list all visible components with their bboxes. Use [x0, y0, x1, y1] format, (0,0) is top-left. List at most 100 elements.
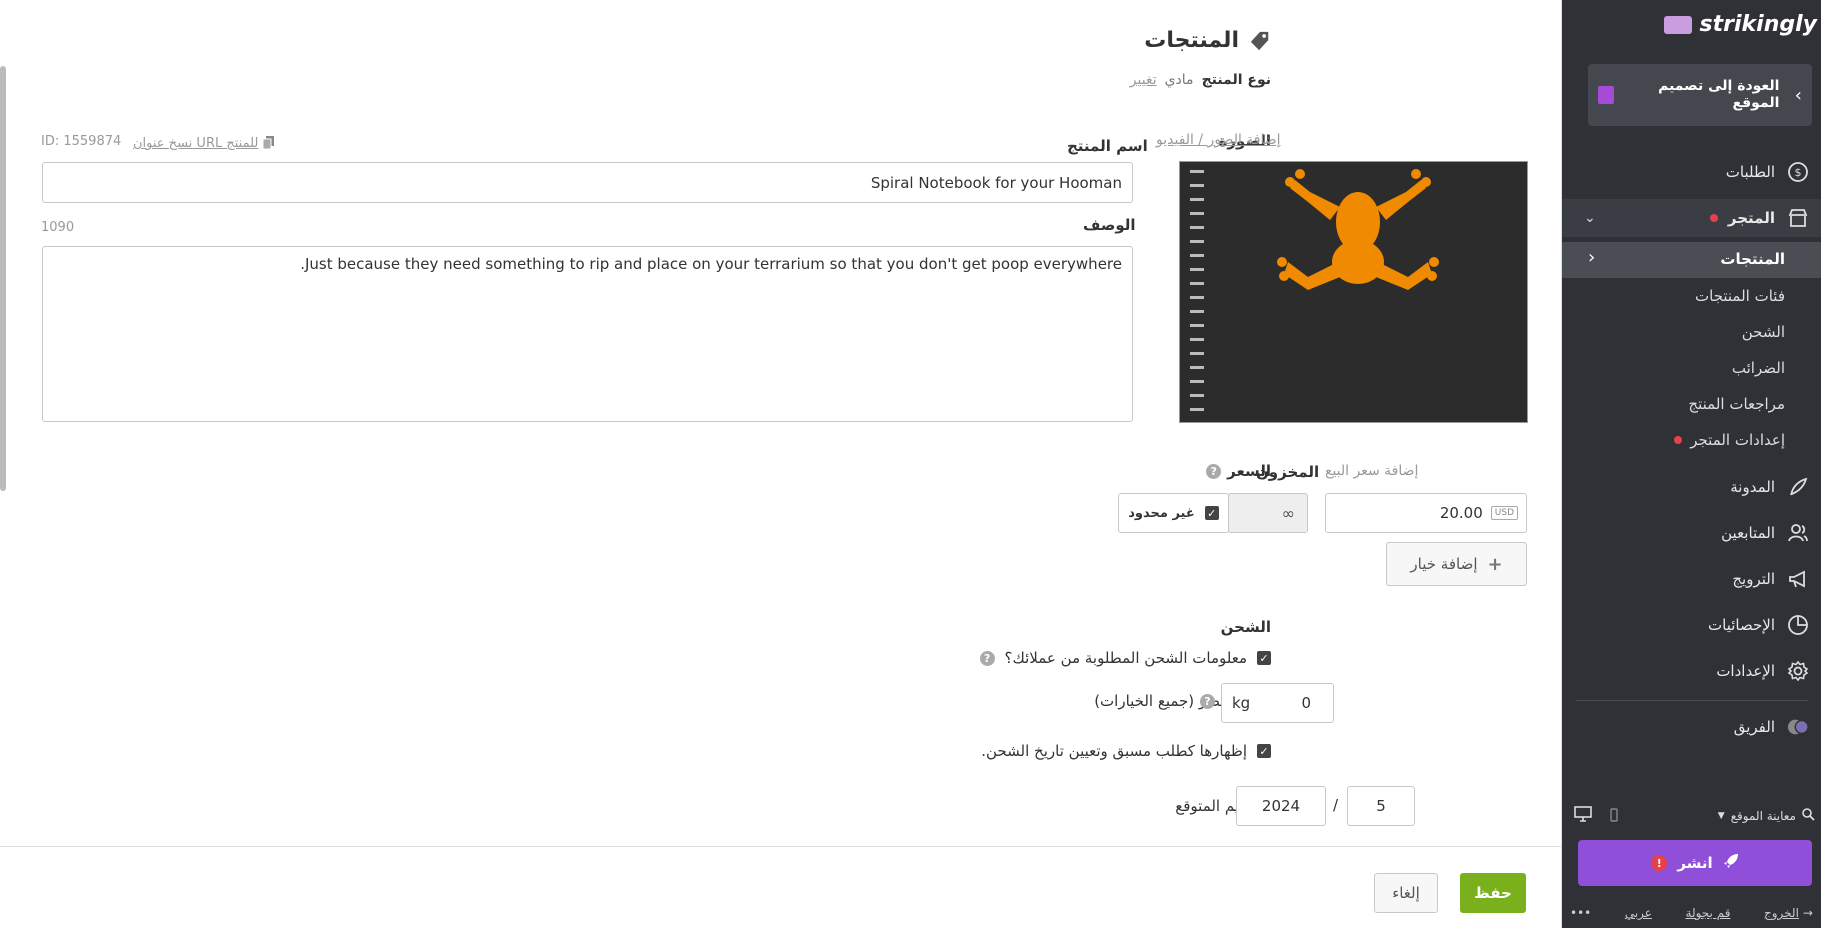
- blog-label: المدونة: [1730, 478, 1775, 496]
- page-header: المنتجات: [1144, 28, 1271, 53]
- editor-footer: حفظ إلغاء: [0, 846, 1561, 928]
- sidebar-footer: ••• عربي قم بجولة الخروج →: [1562, 898, 1821, 928]
- language-link[interactable]: عربي: [1625, 906, 1652, 920]
- shipping-info-checkbox[interactable]: ✓: [1257, 651, 1271, 665]
- scrollbar[interactable]: [0, 66, 6, 491]
- save-button[interactable]: حفظ: [1460, 873, 1526, 913]
- product-name-input[interactable]: Spiral Notebook for your Hooman: [42, 162, 1133, 203]
- shipping-info-label: معلومات الشحن المطلوبة من عملائك؟: [1004, 649, 1247, 667]
- sidebar-divider: [1576, 700, 1808, 701]
- add-option-label: إضافة خيار: [1410, 555, 1478, 573]
- delivery-year-input[interactable]: 2024: [1236, 786, 1326, 826]
- back-label: العودة إلى تصميم الموقع: [1658, 78, 1780, 111]
- store-settings-notice-dot: [1674, 436, 1683, 444]
- svg-text:$: $: [1795, 166, 1802, 179]
- dollar-icon: $: [1787, 161, 1809, 183]
- team-label: الفريق: [1733, 718, 1775, 736]
- add-sale-price-link[interactable]: إضافة سعر البيع: [1325, 463, 1418, 479]
- store-notice-dot: [1709, 214, 1718, 222]
- product-type-row: نوع المنتج مادي تغيير: [1130, 72, 1271, 88]
- delivery-month-input[interactable]: 5: [1347, 786, 1415, 826]
- tag-icon: [1249, 30, 1271, 52]
- shipping-title: الشحن: [1220, 618, 1271, 636]
- unlimited-checkbox[interactable]: ✓: [1204, 506, 1219, 520]
- quill-icon: [1787, 476, 1809, 498]
- more-menu[interactable]: •••: [1570, 906, 1591, 920]
- tour-link[interactable]: قم بجولة: [1686, 906, 1731, 920]
- caret-down-icon: ▼: [1717, 811, 1725, 821]
- sidebar-item-categories[interactable]: فئات المنتجات: [1695, 287, 1785, 305]
- product-id: ID: 1559874: [41, 134, 122, 149]
- exit-label: الخروج: [1764, 906, 1799, 920]
- copy-url-text: نسخ عنوان URL للمنتج: [133, 136, 259, 151]
- publish-button[interactable]: انشر !: [1578, 840, 1812, 886]
- chevron-left-icon: ‹: [1794, 84, 1802, 106]
- sidebar-item-team[interactable]: الفريق: [1562, 708, 1821, 746]
- preorder-label: إظهارها كطلب مسبق وتعيين تاريخ الشحن.: [981, 742, 1247, 760]
- preorder-checkbox[interactable]: ✓: [1257, 744, 1271, 758]
- price-value: 20.00: [1439, 504, 1483, 522]
- chevron-right-icon: ›: [1588, 247, 1596, 268]
- description-label: الوصف: [1083, 216, 1136, 234]
- copy-url-link[interactable]: نسخ عنوان URL للمنتج: [133, 134, 275, 153]
- help-icon[interactable]: ?: [1206, 463, 1222, 479]
- unlimited-toggle[interactable]: ✓ غير محدود: [1118, 493, 1229, 533]
- preview-label: معاينة الموقع: [1730, 809, 1796, 823]
- brand-logo-icon: [1663, 15, 1692, 34]
- followers-label: المتابعين: [1721, 524, 1775, 542]
- price-input[interactable]: 20.00 USD: [1325, 493, 1527, 533]
- preorder-row: ✓ إظهارها كطلب مسبق وتعيين تاريخ الشحن.: [981, 742, 1271, 760]
- mobile-icon[interactable]: [1610, 807, 1618, 826]
- desktop-icon[interactable]: [1574, 806, 1592, 826]
- team-avatar-icon: [1787, 716, 1809, 738]
- product-type-label: نوع المنتج: [1201, 72, 1271, 88]
- pie-chart-icon: [1787, 614, 1809, 636]
- sidebar-item-settings[interactable]: الإعدادات: [1562, 652, 1821, 690]
- weight-value: 0: [1301, 694, 1311, 712]
- help-icon[interactable]: ?: [979, 650, 995, 666]
- brand-name: strikingly: [1699, 12, 1817, 37]
- users-icon: [1787, 522, 1809, 544]
- exit-link[interactable]: الخروج →: [1764, 906, 1813, 920]
- sidebar-item-taxes[interactable]: الضرائب: [1732, 359, 1785, 377]
- page-title: المنتجات: [1144, 28, 1239, 53]
- sidebar-item-analytics[interactable]: الإحصائيات: [1562, 606, 1821, 644]
- sidebar-item-store[interactable]: ⌄ المتجر: [1562, 199, 1821, 237]
- product-image[interactable]: [1179, 161, 1528, 423]
- products-label: المنتجات: [1720, 250, 1785, 268]
- sidebar-item-followers[interactable]: المتابعين: [1562, 514, 1821, 552]
- preview-site-dropdown[interactable]: ▼ معاينة الموقع: [1718, 808, 1815, 824]
- megaphone-icon: [1787, 568, 1809, 590]
- copy-icon: [262, 134, 275, 153]
- promotion-label: الترويج: [1732, 570, 1775, 588]
- add-option-button[interactable]: + إضافة خيار: [1386, 542, 1527, 586]
- sidebar-item-shipping[interactable]: الشحن: [1742, 323, 1785, 341]
- sidebar-item-reviews[interactable]: مراجعات المنتج: [1688, 395, 1785, 413]
- description-textarea[interactable]: Just because they need something to rip …: [42, 246, 1133, 422]
- product-name-label: اسم المنتج: [1067, 137, 1148, 155]
- sidebar-item-promotion[interactable]: الترويج: [1562, 560, 1821, 598]
- help-icon[interactable]: ?: [1200, 694, 1215, 709]
- cancel-button[interactable]: إلغاء: [1374, 873, 1438, 913]
- description-count: 1090: [41, 220, 75, 235]
- sidebar-item-orders[interactable]: الطلبات $: [1562, 153, 1821, 191]
- shipping-info-row: ✓ معلومات الشحن المطلوبة من عملائك؟ ?: [979, 649, 1271, 667]
- weight-input[interactable]: kg 0: [1221, 683, 1334, 723]
- gear-icon: [1787, 660, 1809, 682]
- stock-label: المخزون: [1256, 463, 1320, 481]
- sidebar-item-store-settings[interactable]: إعدادات المتجر: [1674, 431, 1785, 449]
- add-media-link[interactable]: إضافة الصور / الفيديو: [1156, 132, 1281, 148]
- brand: strikingly: [1663, 12, 1817, 37]
- store-icon: [1787, 207, 1809, 229]
- store-label: المتجر: [1727, 209, 1775, 227]
- rocket-icon: [1723, 853, 1739, 873]
- weight-unit: kg: [1232, 694, 1251, 712]
- sidebar-item-blog[interactable]: المدونة: [1562, 468, 1821, 506]
- design-icon: [1598, 86, 1614, 104]
- sidebar-item-products[interactable]: المنتجات ›: [1562, 242, 1821, 278]
- change-type-link[interactable]: تغيير: [1130, 72, 1157, 88]
- stock-input[interactable]: ∞: [1228, 493, 1308, 533]
- back-to-design-button[interactable]: العودة إلى تصميم الموقع ‹: [1588, 64, 1812, 126]
- store-settings-label: إعدادات المتجر: [1690, 431, 1785, 449]
- product-type-value: مادي: [1164, 72, 1194, 88]
